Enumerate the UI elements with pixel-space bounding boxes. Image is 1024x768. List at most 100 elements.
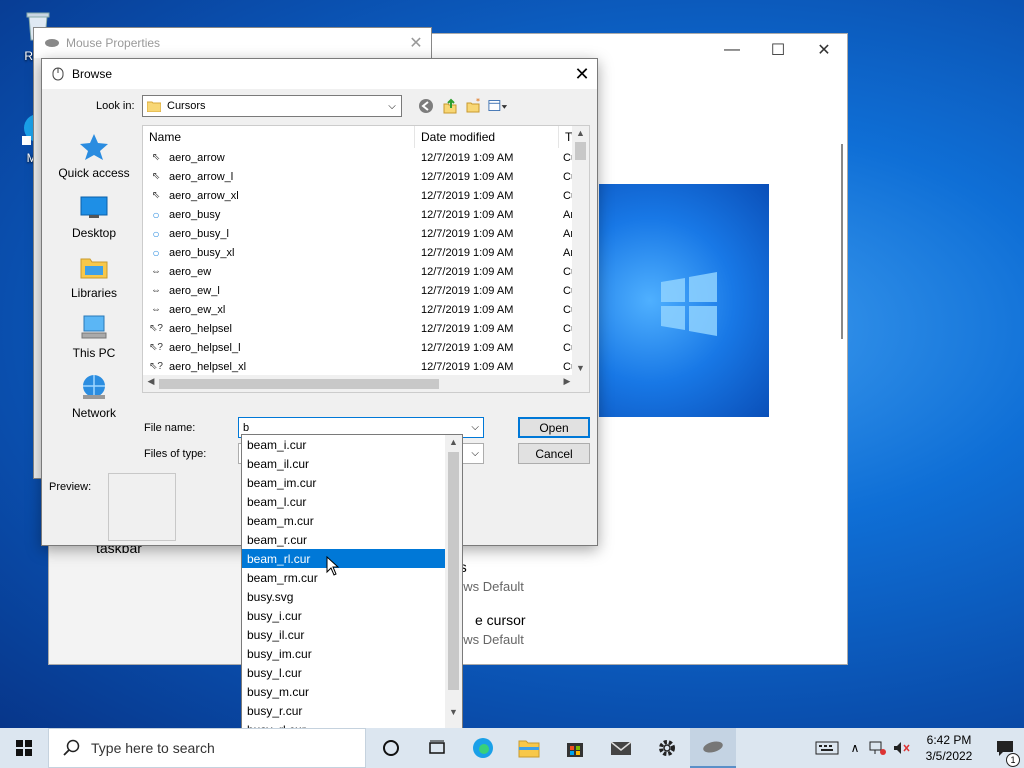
chevron-down-icon[interactable]: ⌵ <box>383 101 401 112</box>
scroll-right-icon[interactable]: ▶ <box>559 376 575 387</box>
look-in-label: Look in: <box>96 100 135 112</box>
file-explorer-icon <box>518 740 540 758</box>
chevron-down-icon[interactable]: ⌵ <box>471 422 479 433</box>
chevron-down-icon[interactable]: ⌵ <box>471 448 479 459</box>
file-row[interactable]: ⇖ aero_arrow 12/7/2019 1:09 AM Cu <box>143 148 589 167</box>
chevron-up-icon[interactable]: ∧ <box>844 741 866 755</box>
file-date-cell: 12/7/2019 1:09 AM <box>421 303 514 316</box>
file-row[interactable]: ○ aero_busy_l 12/7/2019 1:09 AM Ar <box>143 224 589 243</box>
clock[interactable]: 6:42 PM 3/5/2022 <box>912 732 986 764</box>
taskbar-store[interactable] <box>552 728 598 768</box>
file-row[interactable]: ⇔ aero_ew_xl 12/7/2019 1:09 AM Cu <box>143 300 589 319</box>
back-arrow-icon <box>419 99 433 113</box>
file-row[interactable]: ⇖? aero_helpsel_xl 12/7/2019 1:09 AM Cu <box>143 357 589 376</box>
file-row[interactable]: ⇖ aero_arrow_xl 12/7/2019 1:09 AM Cu <box>143 186 589 205</box>
autocomplete-item[interactable]: beam_rl.cur <box>242 549 446 568</box>
autocomplete-item[interactable]: busy_r.cur <box>242 701 446 720</box>
cursor-file-icon: ⇔ <box>151 304 161 315</box>
autocomplete-item[interactable]: busy_il.cur <box>242 625 446 644</box>
notifications-button[interactable]: 1 <box>986 739 1024 767</box>
taskbar-search-box[interactable]: Type here to search <box>48 728 366 768</box>
taskbar-mail[interactable] <box>598 728 644 768</box>
taskbar: Type here to search ∧ 6:42 PM 3/5/2022 1 <box>0 728 1024 768</box>
taskbar-file-explorer[interactable] <box>506 728 552 768</box>
scroll-down-icon[interactable]: ▼ <box>445 707 462 717</box>
autocomplete-item[interactable]: beam_i.cur <box>242 435 446 454</box>
settings-scrollbar[interactable] <box>841 144 843 339</box>
file-row[interactable]: ○ aero_busy_xl 12/7/2019 1:09 AM Ar <box>143 243 589 262</box>
autocomplete-item[interactable]: beam_r.cur <box>242 530 446 549</box>
autocomplete-item[interactable]: beam_l.cur <box>242 492 446 511</box>
scroll-left-icon[interactable]: ◀ <box>143 376 159 387</box>
autocomplete-item[interactable]: busy.svg <box>242 587 446 606</box>
autocomplete-item[interactable]: beam_im.cur <box>242 473 446 492</box>
browse-close-button[interactable]: ✕ <box>567 64 597 85</box>
vscroll-thumb[interactable] <box>575 142 586 160</box>
file-row[interactable]: ⇔ aero_ew_l 12/7/2019 1:09 AM Cu <box>143 281 589 300</box>
file-list-vscrollbar[interactable]: ▲ ▼ <box>572 126 589 376</box>
new-folder-button[interactable]: * <box>464 97 484 115</box>
start-button[interactable] <box>0 728 48 768</box>
scroll-up-icon[interactable]: ▲ <box>572 128 589 138</box>
hscroll-thumb[interactable] <box>159 379 439 389</box>
taskbar-settings[interactable] <box>644 728 690 768</box>
view-menu-button[interactable] <box>488 97 508 115</box>
file-list: Name Date modified Ty ⇖ aero_arrow 12/7/20… <box>142 125 590 393</box>
file-name-text: aero_arrow_xl <box>169 189 239 202</box>
place-quick-access[interactable]: Quick access <box>50 125 138 185</box>
windows-start-icon <box>16 740 32 756</box>
file-row[interactable]: ⇔ aero_ew 12/7/2019 1:09 AM Cu <box>143 262 589 281</box>
keyboard-icon <box>815 741 839 755</box>
autocomplete-list: beam_i.cur beam_il.cur beam_im.cur beam_l.c… <box>242 435 462 739</box>
place-label: This PC <box>72 346 116 360</box>
file-row[interactable]: ⇖ aero_arrow_l 12/7/2019 1:09 AM Cu <box>143 167 589 186</box>
column-header-date[interactable]: Date modified <box>415 126 559 148</box>
back-button[interactable] <box>416 97 436 115</box>
file-name-text: aero_ew_l <box>169 284 220 297</box>
file-rows: ⇖ aero_arrow 12/7/2019 1:09 AM Cu ⇖ aero_arro… <box>143 148 589 392</box>
task-view-icon-button[interactable] <box>414 728 460 768</box>
autocomplete-item[interactable]: beam_m.cur <box>242 511 446 530</box>
column-header-name[interactable]: Name <box>143 126 415 148</box>
place-this-pc[interactable]: This PC <box>50 305 138 365</box>
up-folder-button[interactable] <box>440 97 460 115</box>
autocomplete-item[interactable]: beam_il.cur <box>242 454 446 473</box>
scroll-down-icon[interactable]: ▼ <box>572 363 589 373</box>
file-row[interactable]: ⇖? aero_helpsel 12/7/2019 1:09 AM Cu <box>143 319 589 338</box>
place-libraries[interactable]: Libraries <box>50 245 138 305</box>
autocomplete-scrollbar[interactable]: ▲ ▼ <box>445 435 462 739</box>
network-tray-button[interactable] <box>866 740 890 756</box>
open-button[interactable]: Open <box>518 417 590 438</box>
autocomplete-item[interactable]: busy_i.cur <box>242 606 446 625</box>
taskbar-mouse-properties[interactable] <box>690 728 736 768</box>
autocomplete-item[interactable]: busy_m.cur <box>242 682 446 701</box>
file-date-cell: 12/7/2019 1:09 AM <box>421 341 514 354</box>
place-label: Desktop <box>71 226 117 240</box>
volume-button[interactable] <box>890 740 912 756</box>
file-list-hscrollbar[interactable]: ◀ ▶ <box>143 375 589 392</box>
task-view-button[interactable] <box>368 728 414 768</box>
libraries-icon <box>80 258 108 279</box>
scroll-up-icon[interactable]: ▲ <box>445 437 462 447</box>
close-button[interactable]: ✕ <box>801 34 847 66</box>
place-network[interactable]: Network <box>50 365 138 425</box>
file-name-cell: ○ aero_busy <box>143 208 415 222</box>
place-desktop[interactable]: Desktop <box>50 185 138 245</box>
mouse-small-icon <box>52 67 64 81</box>
file-row[interactable]: ⇖? aero_helpsel_l 12/7/2019 1:09 AM Cu <box>143 338 589 357</box>
maximize-button[interactable]: ☐ <box>755 34 801 66</box>
minimize-button[interactable]: — <box>709 34 755 66</box>
autocomplete-item[interactable]: busy_l.cur <box>242 663 446 682</box>
mouse-properties-close-button[interactable]: ✕ <box>401 33 431 53</box>
cancel-button[interactable]: Cancel <box>518 443 590 464</box>
look-in-combo[interactable]: Cursors ⌵ <box>142 95 402 117</box>
autocomplete-item[interactable]: busy_im.cur <box>242 644 446 663</box>
keyboard-button[interactable] <box>810 740 844 756</box>
autocomplete-item[interactable]: beam_rm.cur <box>242 568 446 587</box>
mouse-properties-titlebar: Mouse Properties ✕ <box>34 28 431 58</box>
autocomplete-scroll-thumb[interactable] <box>448 452 459 690</box>
file-name-text: aero_arrow_l <box>169 170 234 183</box>
file-row[interactable]: ○ aero_busy 12/7/2019 1:09 AM Ar <box>143 205 589 224</box>
taskbar-edge[interactable] <box>460 728 506 768</box>
file-name-text: aero_arrow <box>169 151 225 164</box>
